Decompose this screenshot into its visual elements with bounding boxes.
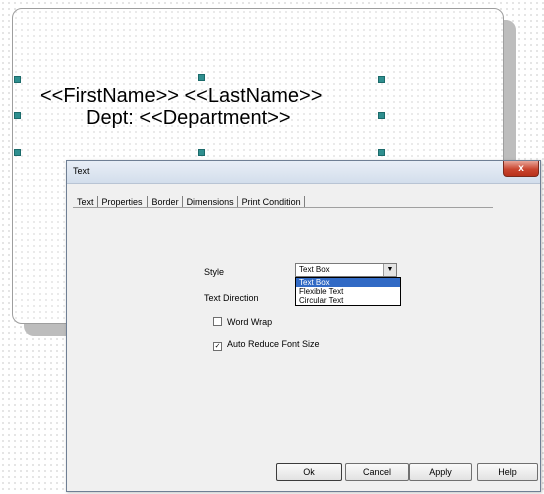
style-option-text-box[interactable]: Text Box — [296, 278, 400, 287]
dialog-button-row: Ok Cancel Apply Help — [67, 463, 540, 485]
selection-handle-middle-right[interactable] — [378, 112, 385, 119]
selection-handle-top-right[interactable] — [378, 76, 385, 83]
style-select-value: Text Box — [299, 265, 330, 274]
label-text-name-line[interactable]: <<FirstName>> <<LastName>> — [40, 85, 322, 108]
properties-panel: Style Text Box ▼ Text Box Flexible Text … — [73, 211, 533, 451]
auto-reduce-row[interactable]: ✓ Auto Reduce Font Size — [213, 339, 320, 351]
auto-reduce-label: Auto Reduce Font Size — [227, 339, 320, 349]
auto-reduce-checkbox[interactable]: ✓ — [213, 342, 222, 351]
tab-divider — [73, 207, 493, 208]
style-option-circular-text[interactable]: Circular Text — [296, 296, 400, 305]
label-text-department-line[interactable]: Dept: <<Department>> — [86, 107, 291, 130]
word-wrap-checkbox[interactable] — [213, 317, 222, 326]
text-direction-label: Text Direction — [204, 293, 259, 303]
close-icon: x — [518, 163, 524, 174]
tab-strip: Text Properties Border Dimensions Print Cond… — [73, 192, 305, 208]
ok-button[interactable]: Ok — [276, 463, 342, 481]
dialog-titlebar[interactable]: Text x — [67, 161, 540, 184]
selection-handle-middle-left[interactable] — [14, 112, 21, 119]
style-label: Style — [204, 267, 225, 277]
style-select[interactable]: Text Box ▼ — [295, 263, 397, 277]
cancel-button[interactable]: Cancel — [345, 463, 409, 481]
style-option-flexible-text[interactable]: Flexible Text — [296, 287, 400, 296]
selection-handle-bottom-left[interactable] — [14, 149, 21, 156]
selection-handle-bottom-right[interactable] — [378, 149, 385, 156]
chevron-down-icon[interactable]: ▼ — [383, 264, 396, 276]
word-wrap-row[interactable]: Word Wrap — [213, 317, 272, 327]
close-button[interactable]: x — [503, 161, 539, 177]
selection-handle-top-middle[interactable] — [198, 74, 205, 81]
selection-handle-bottom-middle[interactable] — [198, 149, 205, 156]
word-wrap-label: Word Wrap — [227, 317, 273, 327]
text-dialog: Text x Text Properties Border Dimensions Pri… — [66, 160, 541, 492]
style-dropdown-list: Text Box Flexible Text Circular Text — [295, 277, 401, 306]
apply-button[interactable]: Apply — [409, 463, 472, 481]
dialog-title: Text — [73, 166, 90, 176]
selection-handle-top-left[interactable] — [14, 76, 21, 83]
help-button[interactable]: Help — [477, 463, 538, 481]
